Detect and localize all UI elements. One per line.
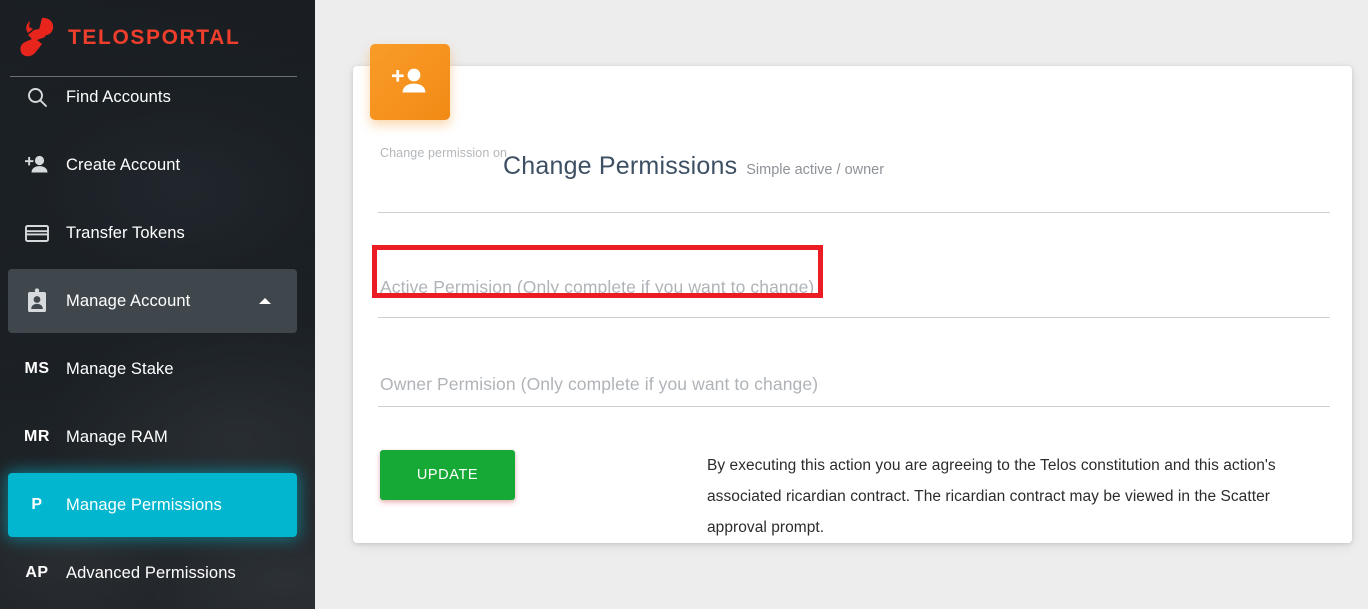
action-row: UPDATE By executing this action you are … — [378, 450, 1330, 543]
owner-permission-input[interactable]: Owner Permision (Only complete if you wa… — [380, 374, 818, 395]
person-add-icon — [8, 153, 66, 177]
sidebar-item-label: Find Accounts — [66, 87, 171, 106]
sidebar-item-label: Manage RAM — [66, 427, 168, 446]
sidebar-item-label: Transfer Tokens — [66, 223, 185, 242]
owner-permission-underline — [378, 406, 1330, 407]
telos-logo-icon — [20, 17, 54, 57]
sidebar-item-initials: MS — [24, 360, 50, 377]
account-field-underline[interactable] — [378, 212, 1330, 213]
sidebar-item-manage-account[interactable]: Manage Account — [8, 269, 297, 333]
sidebar-item-initials: P — [31, 496, 43, 513]
active-permission-highlight-box — [372, 245, 823, 298]
permissions-form: Change permission on Active Permision (O… — [372, 146, 1330, 543]
page-title: Change Permissions — [503, 152, 738, 180]
brand-name: TELOSPORTAL — [68, 26, 241, 49]
person-add-icon — [392, 68, 426, 93]
active-permission-field-wrapper: Active Permision (Only complete if you w… — [372, 245, 1330, 347]
id-badge-icon — [8, 288, 66, 314]
chevron-up-icon — [259, 298, 271, 304]
app-root: TELOSPORTAL Find Accounts Create Account… — [0, 0, 1368, 609]
legal-disclaimer: By executing this action you are agreein… — [707, 457, 1276, 536]
sidebar-item-advanced-permissions[interactable]: AP Advanced Permissions — [8, 541, 297, 605]
manage-permissions-initials-icon: P — [8, 496, 66, 514]
page-subtitle: Simple active / owner — [746, 162, 885, 178]
active-permission-underline — [378, 317, 1330, 318]
change-permissions-card: Change Permissions Simple active / owner… — [353, 66, 1352, 543]
sidebar-item-manage-stake[interactable]: MS Manage Stake — [8, 337, 297, 401]
sidebar: TELOSPORTAL Find Accounts Create Account… — [0, 0, 315, 609]
manage-ram-initials-icon: MR — [8, 428, 66, 446]
sidebar-item-manage-permissions[interactable]: P Manage Permissions — [8, 473, 297, 537]
sidebar-item-label: Advanced Permissions — [66, 563, 236, 582]
sidebar-item-transfer-tokens[interactable]: Transfer Tokens — [8, 201, 297, 265]
manage-stake-initials-icon: MS — [8, 360, 66, 378]
card-title-row: Change Permissions Simple active / owner — [503, 152, 884, 181]
owner-permission-field-wrapper: Owner Permision (Only complete if you wa… — [378, 369, 1330, 429]
sidebar-item-label: Manage Account — [66, 291, 191, 310]
main-content: Change Permissions Simple active / owner… — [315, 0, 1368, 609]
sidebar-item-initials: MR — [24, 428, 50, 445]
sidebar-item-manage-ram[interactable]: MR Manage RAM — [8, 405, 297, 469]
sidebar-item-initials: AP — [25, 564, 49, 581]
card-header-icon — [370, 44, 450, 120]
sidebar-item-label: Manage Stake — [66, 359, 174, 378]
search-icon — [8, 85, 66, 109]
sidebar-item-find-accounts[interactable]: Find Accounts — [8, 65, 297, 129]
sidebar-item-label: Manage Permissions — [66, 495, 222, 514]
sidebar-item-create-account[interactable]: Create Account — [8, 133, 297, 197]
credit-card-icon — [8, 222, 66, 244]
sidebar-nav: Find Accounts Create Account Transfer To… — [0, 65, 315, 605]
advanced-permissions-initials-icon: AP — [8, 564, 66, 582]
sidebar-item-label: Create Account — [66, 155, 181, 174]
update-button[interactable]: UPDATE — [380, 450, 515, 500]
account-field-label: Change permission on — [380, 146, 508, 160]
